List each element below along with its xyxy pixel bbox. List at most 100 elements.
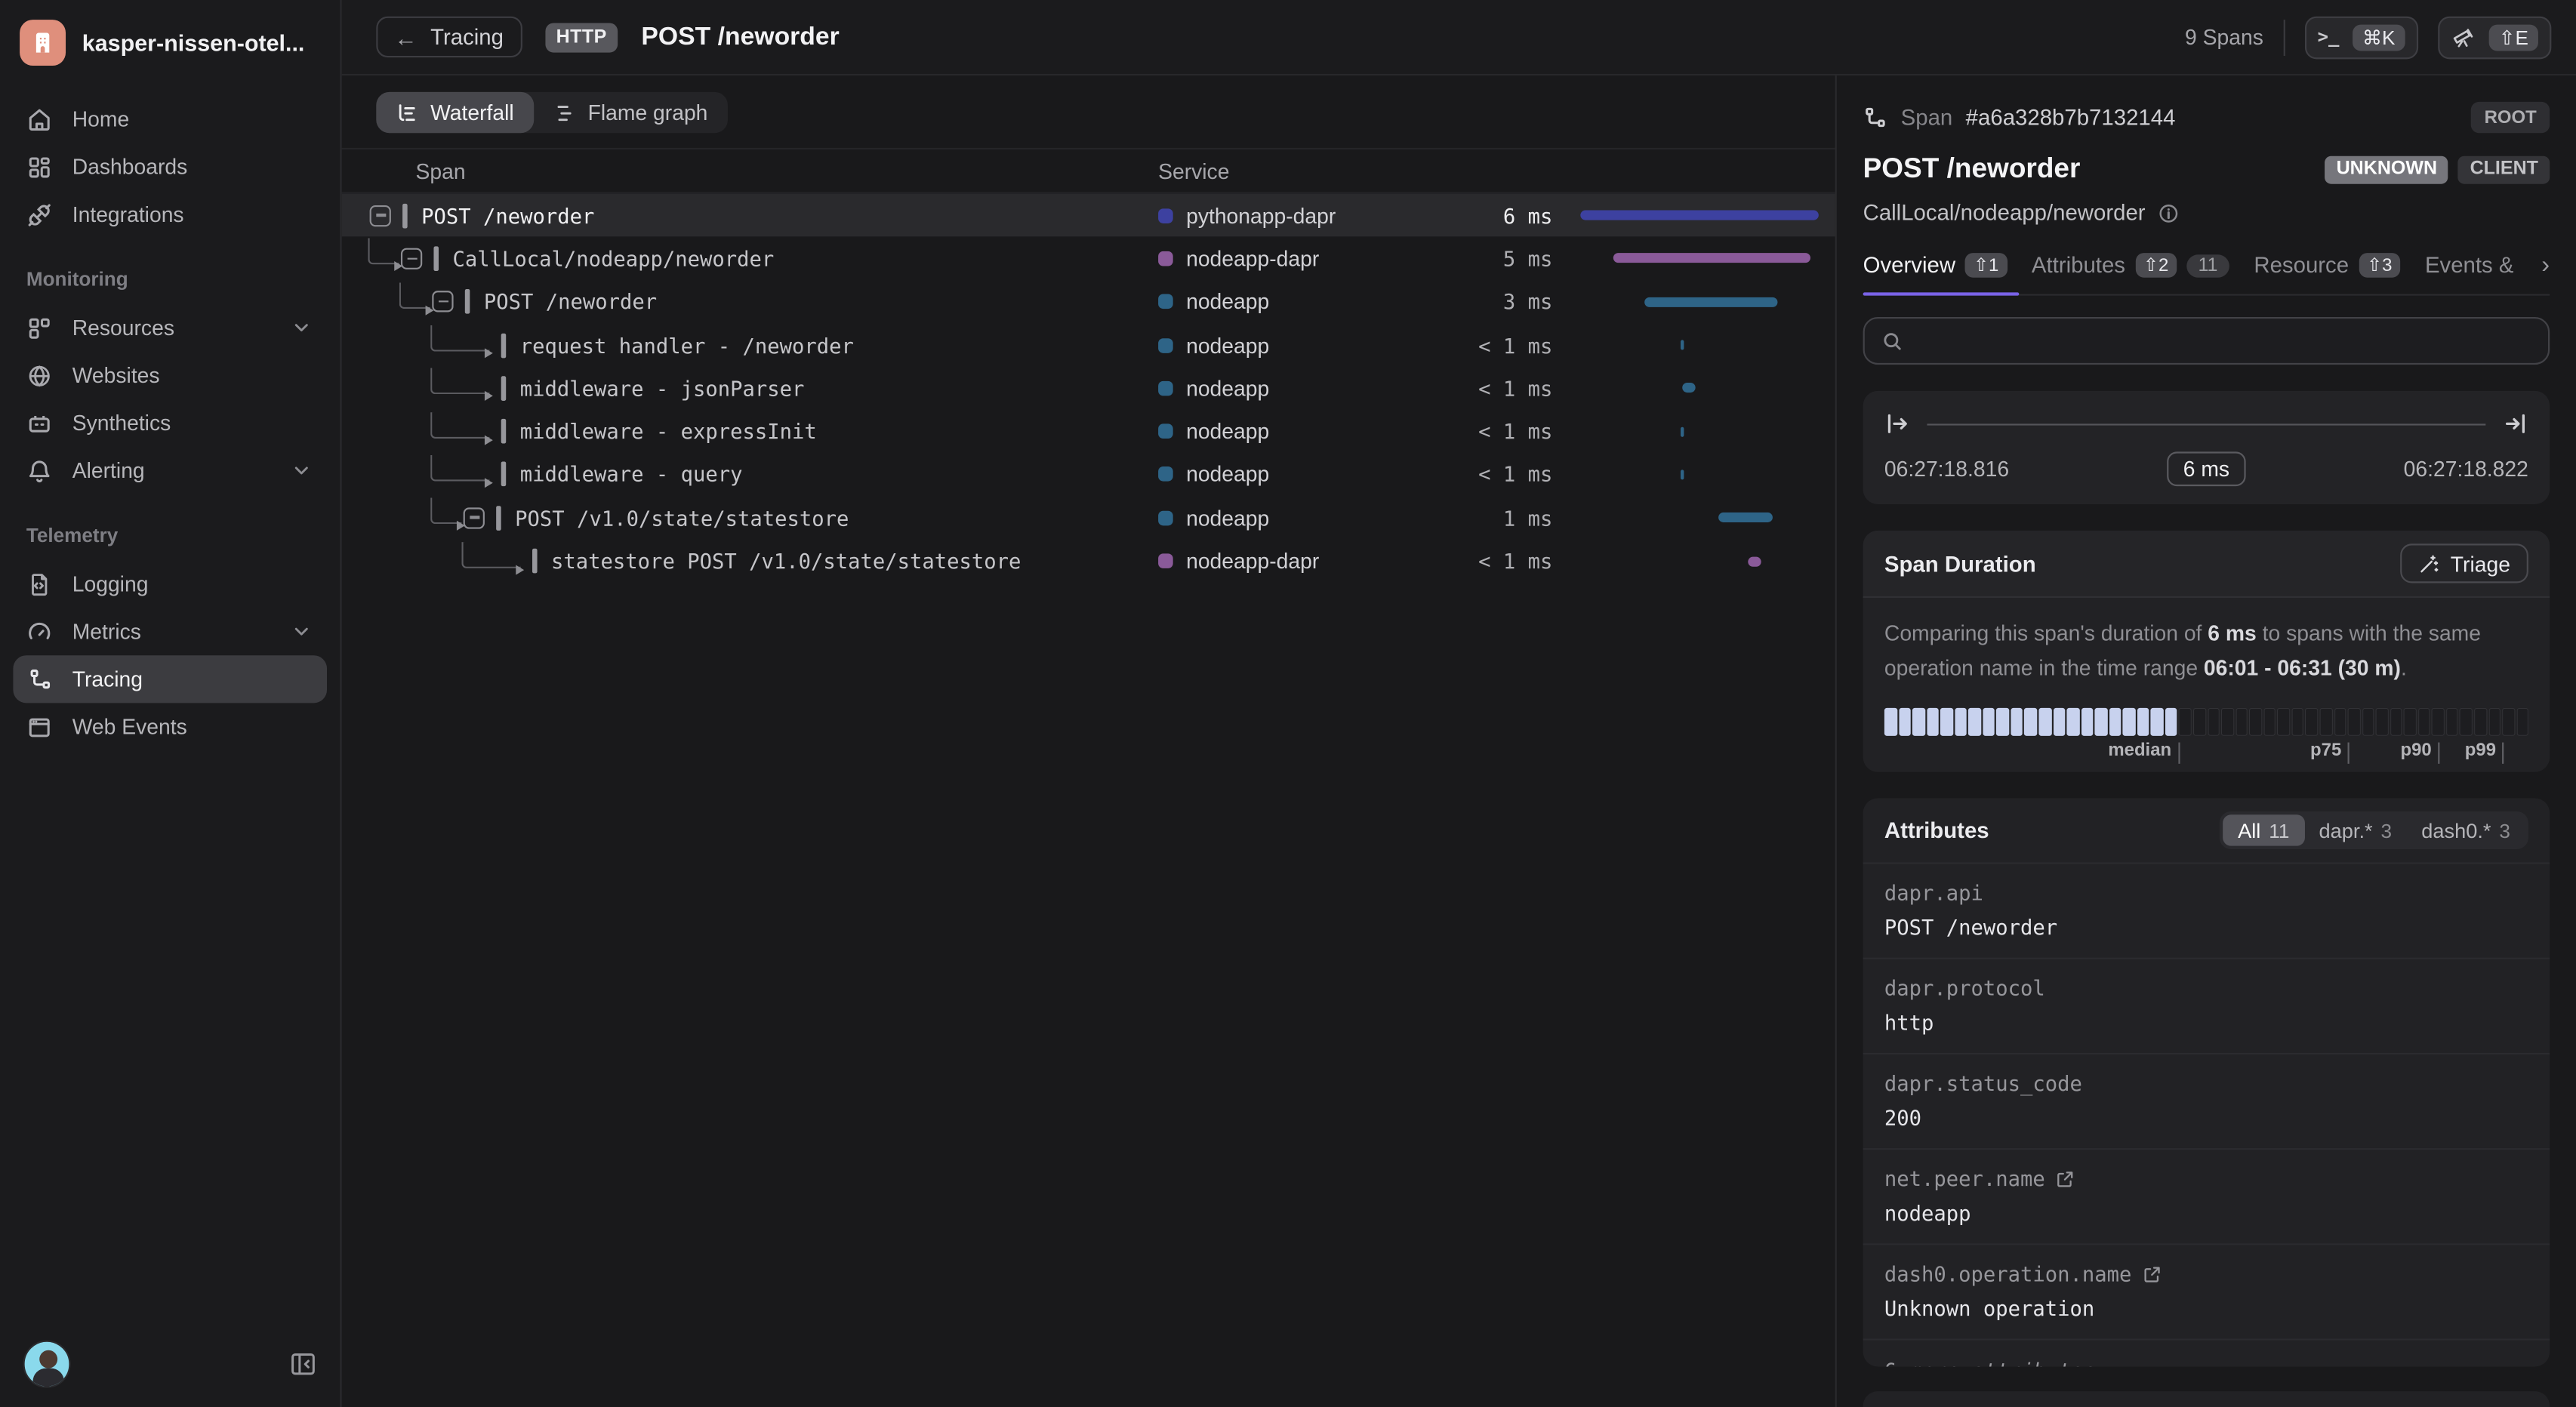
sidebar-item-metrics[interactable]: Metrics <box>13 608 327 655</box>
collapse-toggle[interactable] <box>401 248 422 269</box>
waterfall-row[interactable]: POST /v1.0/state/statestorenodeapp1 ms <box>342 496 1835 539</box>
details-tab-overview[interactable]: Overview⇧1 <box>1863 253 2007 278</box>
app-window: kasper-nissen-otel... Home Dashboards Inte… <box>0 0 2576 1407</box>
explore-kbd: ⇧E <box>2489 24 2538 51</box>
collapse-toggle[interactable] <box>464 507 485 528</box>
org-name: kasper-nissen-otel... <box>82 29 305 56</box>
span-color-tick <box>465 289 469 314</box>
histogram-cell <box>2038 708 2051 736</box>
span-waterfall-bar[interactable] <box>1718 513 1773 522</box>
span-waterfall-bar[interactable] <box>1748 556 1761 566</box>
sidebar-item-logging[interactable]: Logging <box>13 560 327 608</box>
span-waterfall-bar[interactable] <box>1681 383 1694 393</box>
attribute-filter-all[interactable]: All11 <box>2223 814 2304 845</box>
waterfall-row[interactable]: middleware - expressInitnodeapp< 1 ms <box>342 410 1835 453</box>
span-name: POST /neworder <box>421 203 594 228</box>
waterfall-row[interactable]: POST /neworderpythonapp-dapr6 ms <box>342 194 1835 237</box>
external-link-icon[interactable] <box>2055 1168 2075 1188</box>
org-switcher[interactable]: kasper-nissen-otel... <box>0 0 340 89</box>
sidebar-item-label: Dashboards <box>72 155 314 180</box>
span-details-panel: Span #a6a328b7b7132144 ROOT POST /neword… <box>1835 75 2576 1407</box>
waterfall-row[interactable]: CallLocal/nodeapp/newordernodeapp-dapr5 … <box>342 237 1835 280</box>
browser-icon <box>26 713 53 740</box>
search-input[interactable] <box>1917 327 2531 355</box>
sidebar-item-synthetics[interactable]: Synthetics <box>13 399 327 447</box>
span-duration-card: Span Duration Triage Comparing this span… <box>1863 531 2550 772</box>
external-link-icon[interactable] <box>2141 1264 2161 1284</box>
waterfall-row[interactable]: POST /newordernodeapp3 ms <box>342 280 1835 323</box>
sidebar-footer <box>0 1324 340 1407</box>
details-tab-attributes[interactable]: Attributes⇧211 <box>2032 253 2229 278</box>
explore-button[interactable]: ⇧E <box>2438 16 2551 59</box>
span-waterfall-bar[interactable] <box>1680 426 1683 436</box>
span-waterfall-bar[interactable] <box>1579 211 1819 220</box>
sidebar-collapse-button[interactable] <box>288 1350 317 1379</box>
terminal-icon: >_ <box>2318 26 2340 48</box>
waterfall-panel: Waterfall Flame graph Span Service POST … <box>342 75 1835 1407</box>
active-tab-underline <box>1863 291 2020 295</box>
span-waterfall-bar[interactable] <box>1680 470 1683 479</box>
details-tab-events-[interactable]: Events & <box>2425 253 2514 278</box>
more-attributes-row[interactable]: 6 more attributes › <box>1863 1339 2550 1367</box>
histogram-cell <box>2179 708 2191 736</box>
span-waterfall-bar[interactable] <box>1644 297 1778 306</box>
attributes-title: Attributes <box>1884 818 1989 843</box>
sidebar-item-websites[interactable]: Websites <box>13 352 327 399</box>
tab-waterfall[interactable]: Waterfall <box>376 92 533 133</box>
collapse-toggle[interactable] <box>370 205 391 226</box>
sidebar-item-label: Web Events <box>72 715 314 740</box>
sidebar-item-alerting[interactable]: Alerting <box>13 447 327 494</box>
user-avatar[interactable] <box>23 1341 70 1388</box>
sidebar-item-integrations[interactable]: Integrations <box>13 190 327 238</box>
waterfall-row[interactable]: middleware - jsonParsernodeapp< 1 ms <box>342 367 1835 410</box>
command-palette-button[interactable]: >_ ⌘K <box>2304 16 2418 59</box>
histogram-cell <box>2193 708 2205 736</box>
histogram-cell <box>2306 708 2318 736</box>
span-title: POST /neworder <box>1863 152 2081 186</box>
span-bar-track <box>1572 496 1825 539</box>
histogram-cell <box>1912 708 1924 736</box>
attributes-card: Attributes All11dapr.*3dash0.*3 dapr.api… <box>1863 799 2550 1367</box>
span-waterfall-bar[interactable] <box>1681 340 1684 350</box>
details-search[interactable] <box>1863 317 2550 365</box>
waterfall-row[interactable]: middleware - querynodeapp< 1 ms <box>342 453 1835 496</box>
histogram-cell <box>2236 708 2248 736</box>
histogram-cell <box>1927 708 1939 736</box>
back-to-tracing-button[interactable]: ← Tracing <box>376 17 522 57</box>
sidebar-item-dashboards[interactable]: Dashboards <box>13 143 327 190</box>
triage-button[interactable]: Triage <box>2399 544 2528 583</box>
details-tabs: Overview⇧1 Attributes⇧211 Resource⇧3 Events… <box>1863 251 2550 296</box>
attribute-filter-dapr[interactable]: dapr.*3 <box>2304 814 2407 845</box>
attribute-filter-dash0[interactable]: dash0.*3 <box>2407 814 2525 845</box>
tree-connector <box>368 239 399 265</box>
histogram-cell <box>2095 708 2107 736</box>
tab-flame-graph[interactable]: Flame graph <box>534 92 728 133</box>
span-duration-value: < 1 ms <box>1450 462 1555 487</box>
info-icon[interactable] <box>2157 202 2180 224</box>
blocks-icon <box>26 315 53 341</box>
sidebar-item-resources[interactable]: Resources <box>13 304 327 352</box>
service-name: nodeapp-dapr <box>1186 246 1319 271</box>
service-name: nodeapp <box>1186 333 1269 358</box>
sidebar: kasper-nissen-otel... Home Dashboards Inte… <box>0 0 342 1407</box>
timeline-track <box>1884 411 2528 438</box>
sidebar-item-tracing[interactable]: Tracing <box>13 655 327 703</box>
details-tab-resource[interactable]: Resource⇧3 <box>2254 253 2400 278</box>
tree-connector <box>461 541 520 568</box>
histogram-cell <box>2460 708 2472 736</box>
histogram-cell <box>2025 708 2037 736</box>
tabs-overflow-chevron[interactable]: › <box>2541 251 2550 279</box>
collapse-toggle[interactable] <box>432 291 453 312</box>
more-attributes-count: 6 <box>1884 1359 1897 1367</box>
column-header-service: Service <box>1158 159 1450 183</box>
sidebar-item-web-events[interactable]: Web Events <box>13 703 327 750</box>
span-bar-track <box>1572 280 1825 323</box>
histogram-cell <box>2291 708 2303 736</box>
span-waterfall-bar[interactable] <box>1613 254 1810 263</box>
sidebar-item-label: Websites <box>72 363 314 388</box>
histogram-cell <box>2502 708 2514 736</box>
waterfall-row[interactable]: statestore POST /v1.0/state/statestoreno… <box>342 540 1835 583</box>
sidebar-item-home[interactable]: Home <box>13 95 327 143</box>
waterfall-row[interactable]: request handler - /newordernodeapp< 1 ms <box>342 323 1835 366</box>
tab-label: Attributes <box>2032 253 2125 278</box>
